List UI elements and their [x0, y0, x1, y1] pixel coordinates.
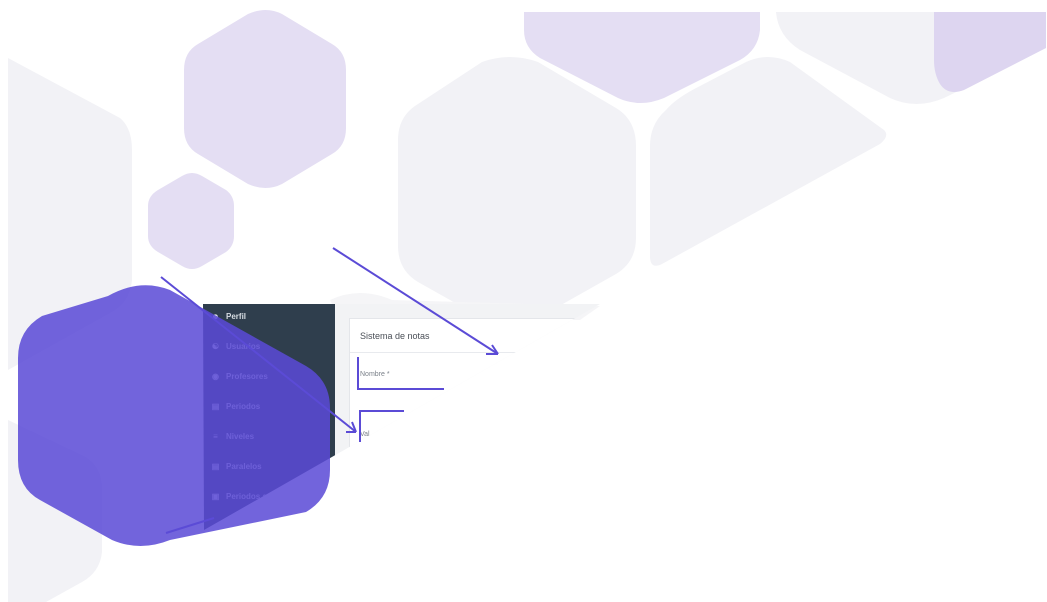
list-ordered-icon: ≡	[213, 431, 218, 441]
user-circle-icon: ◉	[212, 371, 219, 381]
sidebar-item-usuarios[interactable]: ☯ Usuarios	[211, 337, 260, 355]
hexagon-shape	[650, 57, 887, 266]
sidebar-item-perfil[interactable]: ☻ Perfil	[211, 307, 246, 325]
sidebar-item-label: Paralelos	[226, 461, 262, 471]
sidebar-item-label: Periodos	[226, 401, 261, 411]
sidebar-item-niveles[interactable]: ≡ Niveles	[211, 427, 254, 445]
sidebar-item-periodos[interactable]: ▤ Periodos	[211, 397, 261, 415]
sidebar-item-label: Profesores	[226, 371, 268, 381]
hexagon-shape	[8, 420, 102, 602]
list-icon: ▤	[211, 401, 220, 411]
user-icon: ☻	[211, 311, 220, 321]
hexagon-background	[8, 10, 1046, 602]
hexagon-shape	[8, 58, 132, 370]
hexagon-shape	[184, 10, 346, 188]
sidebar-item-label: Niveles	[226, 431, 255, 441]
card-title: Sistema de notas	[360, 331, 430, 341]
sidebar-item-paralelos[interactable]: ▤ Paralelos	[211, 457, 262, 475]
nombre-field-label: Nombre *	[360, 371, 390, 378]
sidebar-item-profesores[interactable]: ◉ Profesores	[211, 367, 268, 385]
sidebar-item-label: Perfil	[226, 311, 247, 321]
calendar-icon: ▣	[211, 491, 220, 501]
hexagon-shape	[398, 57, 636, 324]
slide-canvas: ☻ Perfil ☯ Usuarios ◉ Profesores ▤ Perio…	[0, 0, 1047, 602]
sidebar-item-label: Usuarios	[226, 341, 261, 351]
hexagon-shape	[148, 173, 234, 269]
list-icon: ▤	[211, 461, 220, 471]
hexagon-shape	[934, 12, 1046, 92]
users-icon: ☯	[211, 341, 220, 351]
